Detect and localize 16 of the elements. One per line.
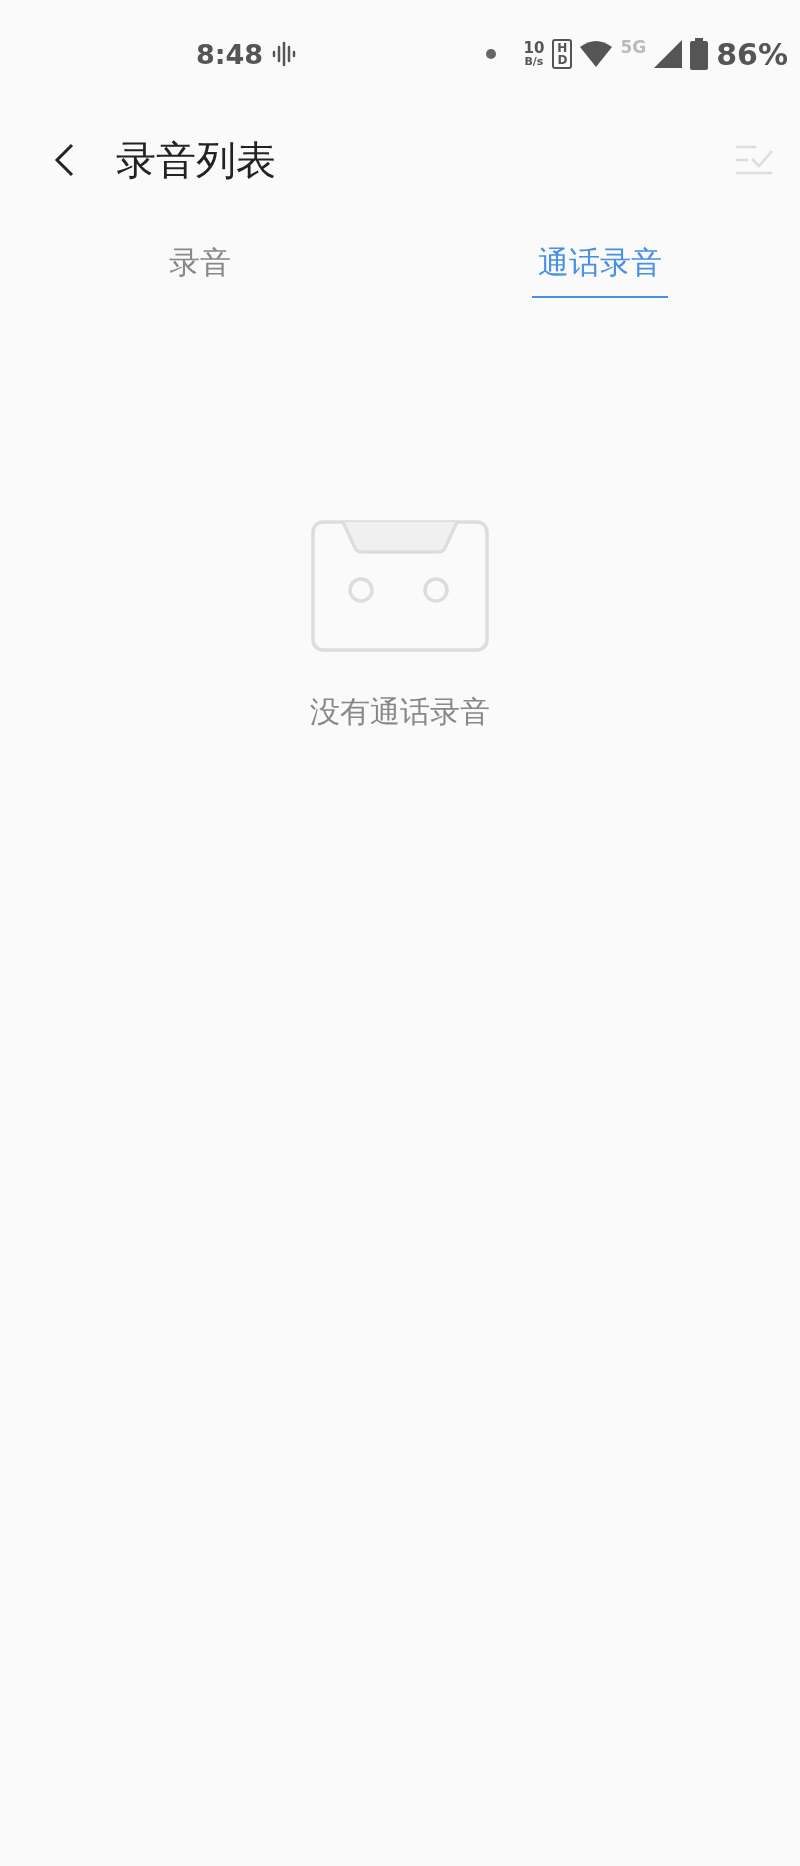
cassette-icon — [311, 520, 489, 652]
hd-badge: HD — [552, 39, 573, 69]
signal-icon — [654, 40, 683, 68]
wifi-icon — [580, 41, 613, 67]
battery-percent: 86% — [716, 36, 788, 72]
page-title: 录音列表 — [116, 135, 276, 185]
status-time: 8:48 — [196, 38, 264, 70]
notification-dot-icon — [485, 49, 496, 59]
sound-wave-icon — [271, 41, 298, 67]
net-speed-value: 10 — [523, 41, 545, 56]
tab[interactable]: 通话录音 — [400, 212, 800, 316]
battery-icon — [690, 38, 709, 70]
empty-message: 没有通话录音 — [310, 693, 490, 731]
network-type: 5G — [620, 37, 647, 57]
net-speed-unit: B/s — [524, 56, 544, 67]
tab[interactable]: 录音 — [0, 212, 400, 316]
